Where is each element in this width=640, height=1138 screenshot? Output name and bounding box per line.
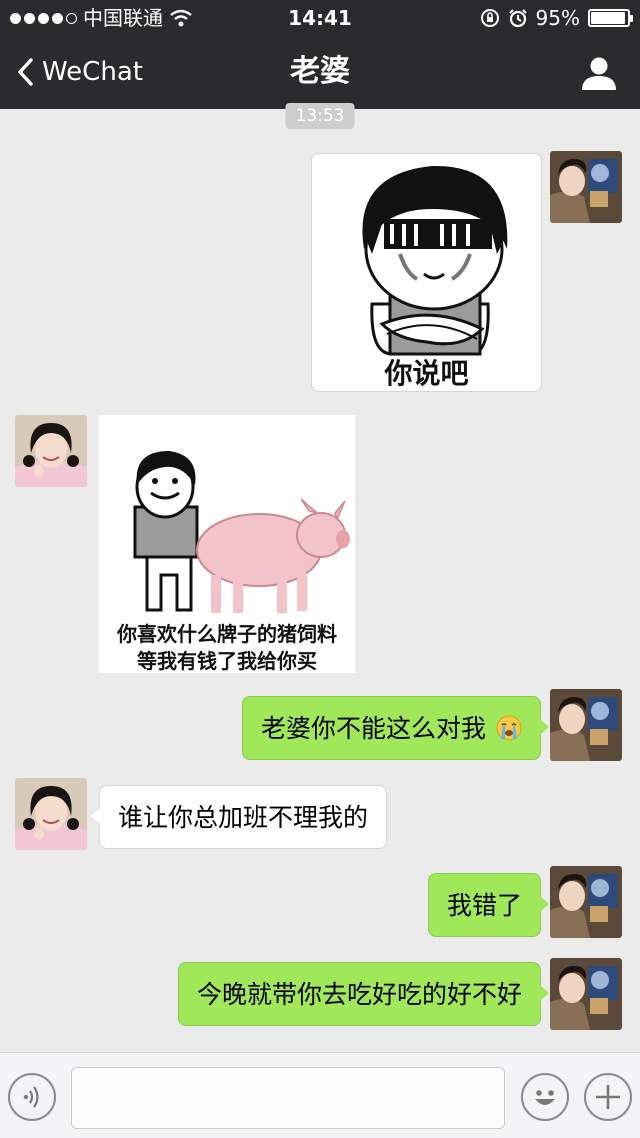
- message-bubble-incoming[interactable]: 谁让你总加班不理我的: [90, 785, 388, 849]
- sticker-caption-line-1: 你喜欢什么牌子的猪饲料: [117, 622, 337, 646]
- voice-icon: [23, 1086, 39, 1108]
- emoji-icon: [535, 1090, 555, 1105]
- sticker-message-you-say[interactable]: 你说吧: [311, 153, 542, 392]
- more-button[interactable]: [584, 1073, 632, 1121]
- avatar-image-her: [15, 778, 87, 850]
- input-bar: [0, 1052, 640, 1138]
- avatar-image-him: [550, 689, 622, 761]
- sticker-caption-line-2: 等我有钱了我给你买: [137, 649, 317, 673]
- my-avatar[interactable]: [550, 151, 622, 223]
- crying-emoji-icon: [496, 715, 522, 741]
- emoji-button[interactable]: [521, 1073, 569, 1121]
- sticker-message-pig-feed[interactable]: 你喜欢什么牌子的猪饲料 等我有钱了我给你买: [99, 415, 355, 673]
- my-avatar[interactable]: [550, 866, 622, 938]
- chat-title: 老婆: [290, 54, 350, 89]
- voice-button[interactable]: [8, 1073, 56, 1121]
- plus-icon: [596, 1085, 620, 1109]
- message-bubble-outgoing[interactable]: 我错了: [427, 873, 550, 937]
- status-bar: 中国联通 14:41 95%: [0, 0, 640, 36]
- avatar-image-him: [550, 866, 622, 938]
- battery-level: [591, 12, 626, 24]
- message-text: 我错了: [446, 891, 522, 920]
- avatar-image-him: [550, 958, 622, 1030]
- battery-percent: 95%: [535, 6, 580, 30]
- message-text: 谁让你总加班不理我的: [118, 803, 369, 832]
- message-text: 老婆你不能这么对我: [261, 714, 487, 743]
- message-bubble-outgoing[interactable]: 老婆你不能这么对我: [242, 696, 549, 760]
- battery-icon: [588, 9, 633, 27]
- message-input[interactable]: [71, 1067, 505, 1129]
- avatar-image-her: [15, 415, 87, 487]
- contact-avatar[interactable]: [15, 415, 87, 487]
- sticker-caption: 你说吧: [384, 357, 469, 390]
- nav-bar: WeChat 老婆: [0, 36, 640, 109]
- person-icon[interactable]: [580, 54, 618, 92]
- my-avatar[interactable]: [550, 689, 622, 761]
- message-timestamp: 13:53: [285, 103, 355, 129]
- message-bubble-outgoing[interactable]: 今晚就带你去吃好吃的好不好: [177, 962, 550, 1026]
- my-avatar[interactable]: [550, 958, 622, 1030]
- message-text: 今晚就带你去吃好吃的好不好: [196, 980, 522, 1009]
- contact-avatar[interactable]: [15, 778, 87, 850]
- top-bar: 中国联通 14:41 95% WeChat 老婆: [0, 0, 640, 109]
- alarm-icon: [508, 9, 527, 28]
- rotation-lock-icon: [480, 9, 499, 27]
- avatar-image-him: [550, 151, 622, 223]
